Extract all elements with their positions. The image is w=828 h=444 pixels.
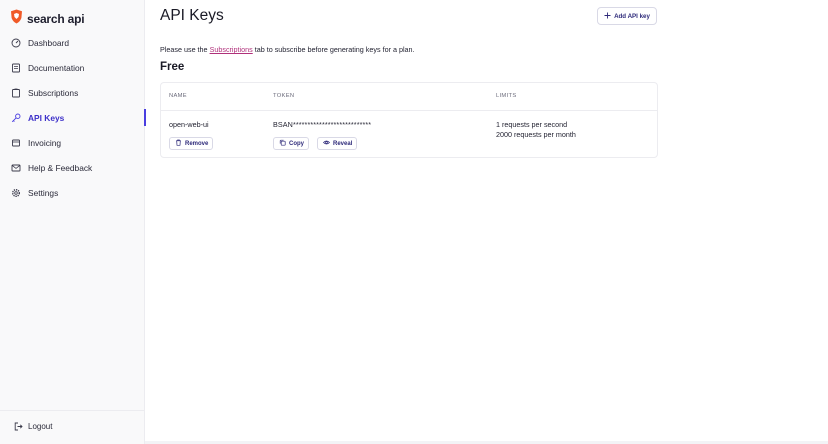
add-api-key-button[interactable]: Add API key [597, 7, 657, 25]
lion-shield-icon [10, 9, 23, 29]
sidebar-divider [0, 410, 145, 411]
remove-button[interactable]: Remove [169, 137, 213, 150]
book-icon [11, 63, 21, 73]
sidebar-item-subscriptions[interactable]: Subscriptions [0, 80, 145, 105]
sidebar-item-documentation[interactable]: Documentation [0, 55, 145, 80]
clipboard-icon [11, 88, 21, 98]
key-token: BSAN*************************** [273, 120, 372, 129]
eye-icon [323, 139, 330, 148]
subscription-notice: Please use the Subscriptions tab to subs… [160, 45, 415, 54]
sidebar-item-label: Dashboard [28, 37, 69, 48]
brand-logo[interactable]: search api [10, 9, 85, 29]
copy-icon [279, 139, 286, 148]
remove-label: Remove [185, 140, 209, 147]
sidebar-nav: Dashboard Documentation Subscriptions AP… [0, 30, 146, 205]
reveal-label: Reveal [333, 140, 353, 147]
sidebar-item-api-keys[interactable]: API Keys [0, 105, 146, 130]
invoice-icon [11, 138, 21, 148]
logout-button[interactable]: Logout [14, 422, 52, 431]
sidebar-item-help-feedback[interactable]: Help & Feedback [0, 155, 145, 180]
key-name: open-web-ui [169, 120, 209, 129]
column-header-token: TOKEN [273, 93, 295, 99]
subscriptions-link[interactable]: Subscriptions [210, 45, 253, 54]
reveal-button[interactable]: Reveal [317, 137, 357, 150]
sidebar-item-label: Settings [28, 187, 59, 198]
column-header-limits: LIMITS [496, 93, 517, 99]
table-header: NAME TOKEN LIMITS [161, 83, 657, 111]
sidebar-item-invoicing[interactable]: Invoicing [0, 130, 145, 155]
trash-icon [175, 139, 182, 148]
logout-label: Logout [28, 422, 53, 431]
mail-icon [11, 163, 21, 173]
sidebar-item-label: Help & Feedback [28, 162, 93, 173]
copy-label: Copy [289, 140, 304, 147]
copy-button[interactable]: Copy [273, 137, 309, 150]
dashboard-icon [11, 38, 21, 48]
notice-text-after: tab to subscribe before generating keys … [252, 45, 415, 54]
key-icon [11, 113, 21, 123]
plus-icon [604, 12, 611, 21]
page-title: API Keys [160, 7, 224, 24]
logout-icon [14, 422, 23, 431]
plan-title: Free [160, 61, 185, 73]
gear-icon [11, 188, 21, 198]
api-keys-table: NAME TOKEN LIMITS open-web-ui BSAN******… [160, 82, 658, 158]
brand-name: search api [27, 12, 85, 26]
sidebar: search api Dashboard Documentation Subsc… [0, 0, 146, 444]
add-api-key-label: Add API key [614, 12, 650, 20]
sidebar-item-label: Invoicing [28, 137, 62, 148]
sidebar-item-label: API Keys [28, 112, 65, 123]
sidebar-item-label: Documentation [28, 62, 85, 73]
limit-per-second: 1 requests per second [496, 120, 568, 129]
limit-per-month: 2000 requests per month [496, 130, 576, 139]
sidebar-item-label: Subscriptions [28, 87, 79, 98]
sidebar-item-dashboard[interactable]: Dashboard [0, 30, 145, 55]
notice-text-before: Please use the [160, 45, 210, 54]
column-header-name: NAME [169, 93, 187, 99]
sidebar-item-settings[interactable]: Settings [0, 180, 145, 205]
